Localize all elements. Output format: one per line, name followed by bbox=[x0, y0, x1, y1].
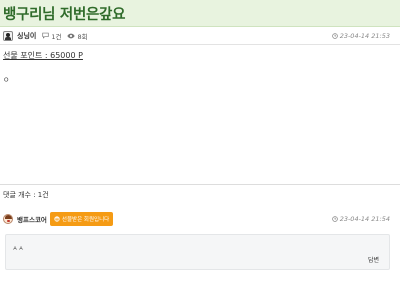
comment-date-text: 23-04-14 21:54 bbox=[339, 215, 390, 223]
section-divider bbox=[0, 184, 400, 185]
post-title: 뱅구리님 저번은갚요 bbox=[3, 6, 126, 23]
gift-points: 선물 포인트 : 65000 P bbox=[3, 51, 83, 60]
views-meta: 8회 bbox=[67, 31, 88, 41]
post-title-bar: 뱅구리님 저번은갚요 bbox=[0, 0, 400, 27]
comment-author[interactable]: 뱅프스코어 bbox=[17, 214, 47, 224]
post-body: 선물 포인트 : 65000 P ㅇ bbox=[3, 50, 393, 84]
eye-icon bbox=[67, 33, 76, 38]
user-avatar-icon[interactable] bbox=[3, 30, 13, 41]
clock-icon bbox=[331, 32, 338, 39]
comment-header: 뱅프스코어 선물받은 회원입니다 23-04-14 21:54 bbox=[3, 211, 391, 227]
badge-label: 선물받은 회원입니다 bbox=[61, 217, 110, 223]
comment-bubble-icon bbox=[42, 32, 49, 39]
post-date-text: 23-04-14 21:53 bbox=[339, 31, 390, 40]
gift-received-badge: 선물받은 회원입니다 bbox=[49, 212, 114, 226]
post-author[interactable]: 싱닝이 bbox=[17, 31, 36, 41]
commenter-avatar-icon[interactable] bbox=[3, 214, 13, 224]
comment-count-label: 댓글 개수 : 1건 bbox=[3, 191, 49, 199]
post-meta: 싱닝이 1건 8회 23-04-14 21:53 bbox=[0, 27, 400, 45]
clock-icon bbox=[331, 216, 338, 222]
comment-count-short: 1건 bbox=[51, 32, 62, 41]
comment-date: 23-04-14 21:54 bbox=[331, 215, 390, 223]
comment-count-meta: 1건 bbox=[42, 31, 61, 41]
post-date: 23-04-14 21:53 bbox=[331, 31, 390, 40]
gift-icon bbox=[54, 216, 60, 222]
reply-button[interactable]: 답변 bbox=[368, 255, 379, 264]
comment-item: ㅅㅅ 답변 bbox=[5, 234, 390, 270]
view-count: 8회 bbox=[77, 32, 88, 41]
comment-text: ㅅㅅ bbox=[12, 244, 24, 252]
post-content: ㅇ bbox=[3, 76, 10, 84]
